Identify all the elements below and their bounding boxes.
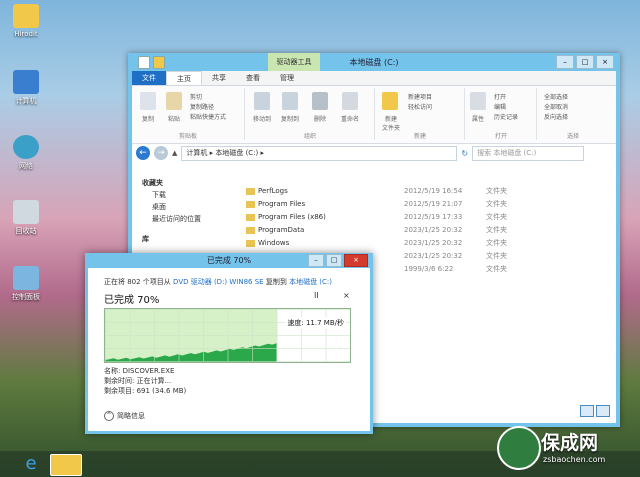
navigation-pane: 收藏夹 下载 桌面 最近访问的位置 库 [142, 177, 234, 245]
source-link[interactable]: DVD 驱动器 (D:) WIN86 SE [173, 278, 264, 286]
watermark: 保成网 zsbaochen.com [497, 422, 640, 477]
search-input[interactable]: 搜索 本地磁盘 (C:) [472, 145, 585, 161]
tab-view[interactable]: 查看 [236, 71, 270, 85]
ie-icon[interactable]: e [16, 454, 46, 474]
chevron-up-icon: ^ [104, 411, 114, 421]
recycle-bin-icon [13, 200, 39, 224]
desktop-icon-user[interactable]: Hirodit [4, 4, 48, 38]
folder-icon [246, 226, 255, 234]
file-row[interactable]: Windows 2023/1/25 20:32 文件夹 [246, 237, 616, 250]
copy-icon[interactable] [140, 92, 156, 110]
speed-readout: 速度: 11.7 MB/秒 [285, 317, 346, 329]
dialog-close-button[interactable]: × [344, 254, 368, 267]
new-item-button[interactable]: 新建项目 [408, 92, 432, 101]
up-button[interactable]: ▲ [172, 149, 177, 157]
nav-favorites[interactable]: 收藏夹 [142, 177, 234, 189]
minimize-button[interactable]: – [556, 55, 574, 69]
large-icons-view-button[interactable] [596, 405, 610, 417]
desktop-icon-network[interactable]: 网络 [4, 135, 48, 171]
delete-icon[interactable] [312, 92, 328, 110]
tab-share[interactable]: 共享 [202, 71, 236, 85]
cut-button[interactable]: 剪切 [190, 92, 202, 101]
folder-icon [246, 187, 255, 195]
dialog-minimize-button[interactable]: – [308, 254, 324, 267]
ribbon-tabs: 文件 主页 共享 查看 管理 [132, 71, 616, 86]
fewer-details-button[interactable]: ^ 简略信息 [104, 411, 145, 421]
title-bar: 驱动器工具 本地磁盘 (C:) – □ × [132, 53, 616, 71]
nav-libraries[interactable]: 库 [142, 233, 234, 245]
window-title: 本地磁盘 (C:) [349, 58, 399, 67]
items-remaining: 剩余项目: 691 (34.6 MB) [104, 387, 187, 395]
rename-icon[interactable] [342, 92, 358, 110]
folder-icon [246, 213, 255, 221]
file-row[interactable]: ProgramData 2023/1/25 20:32 文件夹 [246, 224, 616, 237]
percent-complete: 已完成 70% [104, 295, 160, 306]
cancel-button[interactable]: × [343, 291, 350, 300]
group-select: 全部选择 全部取消 反向选择 选择 [544, 92, 579, 140]
properties-icon[interactable] [470, 92, 486, 110]
dialog-title: 已完成 70% – □ × [88, 253, 370, 268]
history-button[interactable]: 历史记录 [494, 112, 518, 121]
control-panel-icon [13, 266, 39, 290]
folder-icon [246, 200, 255, 208]
time-remaining: 剩余时间: 正在计算... [104, 377, 172, 385]
paste-shortcut-button[interactable]: 粘贴快捷方式 [190, 112, 226, 121]
address-bar[interactable]: 计算机 ▸ 本地磁盘 (C:) ▸ [181, 145, 458, 161]
desktop-icon-control-panel[interactable]: 控制面板 [4, 266, 48, 302]
file-row[interactable]: Program Files (x86) 2012/5/19 17:33 文件夹 [246, 211, 616, 224]
open-button[interactable]: 打开 [494, 92, 506, 101]
file-explorer-icon[interactable] [50, 454, 82, 476]
move-to-icon[interactable] [254, 92, 270, 110]
easy-access-button[interactable]: 轻松访问 [408, 102, 432, 111]
copy-description: 正在将 802 个项目从 DVD 驱动器 (D:) WIN86 SE 复制到 本… [104, 278, 333, 286]
pause-button[interactable]: II [314, 291, 319, 300]
transfer-graph: 速度: 11.7 MB/秒 [104, 308, 351, 363]
edit-button[interactable]: 编辑 [494, 102, 506, 111]
back-button[interactable]: ← [136, 146, 150, 160]
destination-link[interactable]: 本地磁盘 (C:) [289, 278, 332, 286]
select-all-button[interactable]: 全部选择 [544, 92, 568, 101]
paste-icon[interactable] [166, 92, 182, 110]
folder-icon [246, 239, 255, 247]
maximize-button[interactable]: □ [576, 55, 594, 69]
file-row[interactable]: PerfLogs 2012/5/19 16:54 文件夹 [246, 185, 616, 198]
folder-icon [13, 4, 39, 28]
file-row[interactable]: Program Files 2012/5/19 21:07 文件夹 [246, 198, 616, 211]
watermark-logo-icon [497, 426, 541, 470]
tab-file[interactable]: 文件 [132, 71, 166, 85]
desktop-icon-recycle-bin[interactable]: 回收站 [4, 200, 48, 236]
address-row: ← → ▲ 计算机 ▸ 本地磁盘 (C:) ▸ ↻ 搜索 本地磁盘 (C:) [132, 144, 616, 162]
group-new: 新建 文件夹 新建项目 轻松访问 新建 [376, 88, 465, 140]
copy-path-button[interactable]: 复制路径 [190, 102, 214, 111]
dialog-maximize-button[interactable]: □ [326, 254, 342, 267]
file-name: 名称: DISCOVER.EXE [104, 367, 175, 375]
tab-home[interactable]: 主页 [166, 71, 202, 85]
new-folder-icon[interactable] [382, 92, 398, 110]
nav-recent[interactable]: 最近访问的位置 [142, 213, 234, 225]
tab-manage[interactable]: 管理 [270, 71, 304, 85]
copy-progress-dialog: 已完成 70% – □ × 正在将 802 个项目从 DVD 驱动器 (D:) … [85, 253, 373, 434]
computer-icon [13, 70, 39, 94]
close-button[interactable]: × [596, 55, 614, 69]
copy-to-icon[interactable] [282, 92, 298, 110]
nav-downloads[interactable]: 下载 [142, 189, 234, 201]
forward-button[interactable]: → [154, 146, 168, 160]
group-clipboard: 复制 粘贴 剪切 复制路径 粘贴快捷方式 剪贴板 [132, 88, 245, 140]
ribbon: 复制 粘贴 剪切 复制路径 粘贴快捷方式 剪贴板 移动到 复制到 删除 重命名 … [132, 86, 616, 144]
group-organize: 移动到 复制到 删除 重命名 组织 [246, 88, 375, 140]
nav-desktop[interactable]: 桌面 [142, 201, 234, 213]
view-toggle [580, 405, 610, 417]
details-view-button[interactable] [580, 405, 594, 417]
invert-selection-button[interactable]: 反向选择 [544, 112, 568, 121]
refresh-icon[interactable]: ↻ [461, 149, 468, 158]
desktop-icon-computer[interactable]: 计算机 [4, 70, 48, 106]
network-icon [13, 135, 39, 159]
group-open: 属性 打开 编辑 历史记录 打开 [466, 88, 537, 140]
select-none-button[interactable]: 全部取消 [544, 102, 568, 111]
